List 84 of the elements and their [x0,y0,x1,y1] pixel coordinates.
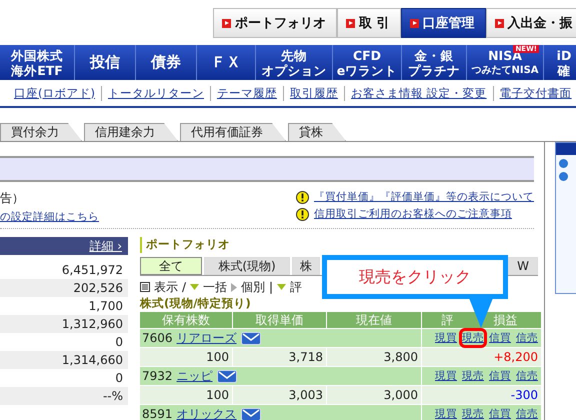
detail-link[interactable]: 詳細 › [0,237,128,255]
view-toggle[interactable]: 個別 [241,278,266,296]
trade-link[interactable]: 現買 [435,331,457,345]
portfolio-tab[interactable]: 株 [292,257,320,275]
table-cell: 3,800 [327,348,421,366]
trade-link[interactable]: 信売 [516,407,538,420]
caret-right-icon [231,282,238,292]
account-tab[interactable]: 貸株 [288,123,346,141]
trade-link[interactable]: 信買 [489,369,511,383]
separator-text: / [182,280,186,294]
hint-text: 現売をクリック [327,260,503,294]
view-toggle[interactable]: 評 [290,278,302,296]
stock-link[interactable]: ニッピ [176,368,213,384]
stock-code: 7932 [142,369,173,383]
table-cell: 100 [140,348,232,366]
trade-link[interactable]: 信売 [516,369,538,383]
notice-link[interactable]: 『買付単価』『評価単価』等の表示について [314,190,534,204]
settings-link[interactable]: の設定詳細はこちら [0,210,99,224]
stock-link[interactable]: リアローズ [176,330,237,346]
warning-icon [296,190,309,204]
stock-link[interactable]: オリックス [176,406,237,420]
account-tab[interactable]: 代用有価証券 [180,123,286,141]
nav-menu-item[interactable]: ＦＸ [197,45,256,80]
trade-link[interactable]: 現買 [435,407,457,420]
top-menu-button[interactable]: 入出金・振 [486,8,576,38]
nav-menu-item[interactable]: 債券 [136,45,197,80]
sub-nav-link[interactable]: お客さま情報 設定・変更 [344,86,493,100]
profit-cell: -300 [422,386,541,404]
sub-nav-link[interactable]: トータルリターン [100,86,210,100]
notice-text: 告） [0,190,25,207]
top-menu-button[interactable]: ポートフォリオ [213,8,337,38]
summary-value: 1,314,660 [0,351,128,369]
table-cell: 100 [140,386,232,404]
summary-value: --% [0,387,128,405]
stock-code: 7606 [142,331,173,345]
nav-menu-item[interactable]: 先物 オプション [256,45,333,80]
stock-code: 8591 [142,407,173,420]
nav-menu-item[interactable]: 金・銀 プラチナ [402,45,467,80]
trade-link[interactable]: 信買 [489,331,511,345]
trade-link[interactable]: 信買 [489,407,511,420]
top-menu-button[interactable]: 取 引 [337,8,401,38]
notice-link[interactable]: 信用取引ご利用のお客様へのご注意事項 [314,207,512,221]
sub-nav-link[interactable]: 取引履歴 [282,86,344,100]
portfolio-tab[interactable]: 株式(現物) [204,257,290,275]
section-heading: 株式(現物/特定預り) [140,296,252,312]
view-toggle[interactable]: 一括 [203,278,228,296]
separator-text: | [269,280,274,294]
profit-cell: +8,200 [422,348,541,366]
nav-menu-item[interactable]: 投信 [75,45,136,80]
sub-nav-link[interactable]: テーマ履歴 [210,86,283,100]
trade-link[interactable]: 現買 [435,369,457,383]
portfolio-tab[interactable]: W [508,257,538,275]
column-header: 現在値 [327,312,421,328]
trade-link[interactable]: 現売 [462,369,484,383]
portfolio-heading: ポートフォリオ [140,237,538,253]
account-tab[interactable]: 買付余力 [0,123,82,141]
mail-icon[interactable] [240,408,261,420]
trade-link[interactable]: 現売 [462,407,484,420]
table-cell: 3,000 [327,386,421,404]
warning-icon [296,208,309,220]
caret-down-icon [277,284,286,290]
table-cell: 3,003 [233,386,326,404]
nav-menu-item[interactable]: CFD eワラント [333,45,402,80]
summary-value: 1,312,960 [0,315,128,333]
top-menu-button[interactable]: 口座管理 [400,8,486,38]
caret-down-icon [190,284,200,290]
mail-icon[interactable] [216,370,237,382]
summary-value: 202,526 [0,279,128,297]
mail-icon[interactable] [240,332,261,344]
account-tab[interactable]: 信用建余力 [84,123,178,141]
table-cell: 3,718 [233,348,326,366]
column-header-text: 損益 [494,312,518,328]
portfolio-tab[interactable]: 全て [140,257,202,275]
column-header-text: 評 [442,312,454,328]
nav-menu-item[interactable]: iD 確 [544,45,576,80]
list-icon [140,282,150,292]
nav-menu-item[interactable]: 外国株式 海外ETF [0,45,75,80]
display-toggle[interactable]: 表示 [154,278,178,296]
trade-link[interactable]: 信売 [516,331,538,345]
sub-nav-link[interactable]: 口座(ロボアド) [8,86,101,100]
column-header: 取得単価 [233,312,326,328]
column-header: 保有株数 [140,312,232,328]
trade-link[interactable]: 現売 [462,331,484,345]
sub-nav-link[interactable]: 電子交付書面 [492,86,576,100]
